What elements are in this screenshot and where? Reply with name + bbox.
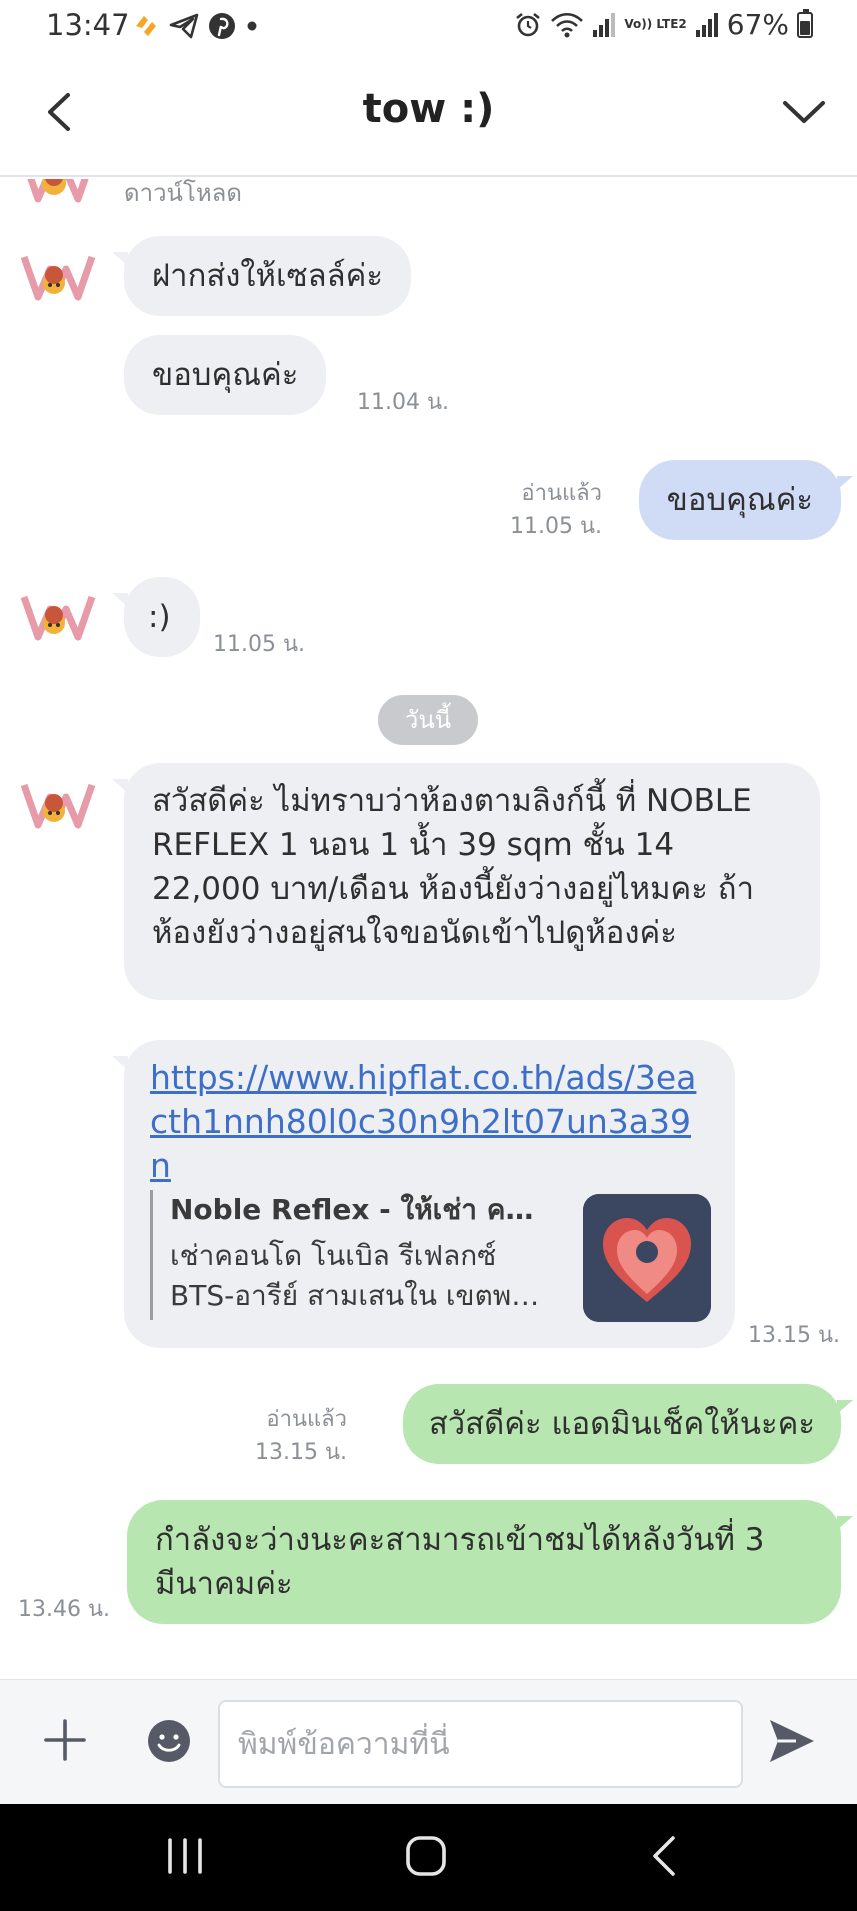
- hipflat-logo-icon: [583, 1194, 711, 1322]
- download-label: ดาวน์โหลด: [124, 179, 242, 207]
- message-text: กำลังจะว่างนะคะสามารถเข้าชมได้หลังวันที่…: [155, 1522, 765, 1602]
- outgoing-message[interactable]: ขอบคุณค่ะ: [638, 460, 854, 540]
- read-receipt: อ่านแล้ว: [266, 1407, 347, 1432]
- status-time: 13:47: [46, 8, 130, 42]
- message-text: สวัสดีค่ะ แอดมินเช็คให้นะคะ: [428, 1406, 815, 1442]
- pinterest-icon: [209, 13, 235, 39]
- recent-apps-icon[interactable]: [160, 1834, 210, 1878]
- link-preview-card[interactable]: Noble Reflex - ให้เช่า คอนโด เช่าคอนโด โ…: [150, 1190, 711, 1322]
- incoming-message[interactable]: ขอบคุณค่ะ: [124, 335, 327, 415]
- message-text: สวัสดีค่ะ ไม่ทราบว่าห้องตามลิงก์นี้ ที่ …: [152, 783, 754, 951]
- notification-app-icon: [136, 16, 156, 36]
- system-back-icon[interactable]: [645, 1832, 685, 1880]
- message-time: 11.04 น.: [357, 390, 450, 415]
- preview-description-line: เช่าคอนโด โนเบิล รีเฟลกซ์: [170, 1239, 497, 1272]
- alarm-icon: [516, 12, 541, 36]
- signal-icon-2: [695, 12, 718, 37]
- link-message[interactable]: https://www.hipflat.co.th/ads/3eacth1nnh…: [112, 1040, 735, 1348]
- battery-percent: 67%: [726, 8, 789, 41]
- chat-header: tow :): [0, 52, 857, 177]
- contact-avatar[interactable]: [20, 247, 96, 307]
- volte-indicator: Vo)) LTE2: [624, 17, 687, 31]
- incoming-message[interactable]: ฝากส่งให้เซลล์ค่ะ: [112, 236, 411, 316]
- outgoing-message[interactable]: กำลังจะว่างนะคะสามารถเข้าชมได้หลังวันที่…: [127, 1500, 853, 1624]
- message-text: ขอบคุณค่ะ: [666, 482, 813, 518]
- status-bar: 13:47 Vo)) LTE2 67%: [0, 0, 857, 52]
- message-time: 13.46 น.: [18, 1597, 111, 1622]
- message-time: 11.05 น.: [509, 514, 602, 539]
- contact-avatar[interactable]: [20, 775, 96, 835]
- contact-avatar[interactable]: [20, 179, 96, 209]
- preview-title: Noble Reflex - ให้เช่า คอนโด: [170, 1193, 550, 1226]
- plus-icon[interactable]: [42, 1717, 88, 1763]
- incoming-message[interactable]: :): [112, 577, 200, 657]
- message-text: ฝากส่งให้เซลล์ค่ะ: [152, 258, 383, 294]
- message-link[interactable]: https://www.hipflat.co.th/ads/3eacth1nnh…: [150, 1056, 709, 1188]
- preview-divider: [150, 1190, 153, 1320]
- message-composer: [0, 1679, 857, 1804]
- message-input[interactable]: [218, 1700, 743, 1788]
- message-time: 13.15 น.: [748, 1323, 841, 1348]
- message-text: :): [148, 599, 171, 635]
- notification-icons: [132, 12, 259, 40]
- preview-description: เช่าคอนโด โนเบิล รีเฟลกซ์ BTS-อารีย์ สาม…: [170, 1236, 550, 1316]
- wifi-icon: [551, 12, 584, 37]
- message-text: ขอบคุณค่ะ: [152, 357, 299, 393]
- read-receipt: อ่านแล้ว: [521, 481, 602, 506]
- system-navigation-bar: [0, 1804, 857, 1911]
- signal-icon: [593, 12, 616, 37]
- outgoing-message[interactable]: สวัสดีค่ะ แอดมินเช็คให้นะคะ: [402, 1384, 854, 1464]
- incoming-message[interactable]: สวัสดีค่ะ ไม่ทราบว่าห้องตามลิงก์นี้ ที่ …: [112, 763, 820, 1000]
- more-notifications-dot-icon: [247, 21, 257, 31]
- message-time: 11.05 น.: [213, 632, 306, 657]
- contact-avatar[interactable]: [20, 587, 96, 647]
- home-icon[interactable]: [402, 1834, 450, 1878]
- message-time: 13.15 น.: [254, 1440, 347, 1465]
- date-separator: วันนี้: [378, 695, 478, 745]
- chevron-down-icon[interactable]: [777, 87, 831, 137]
- chat-title: tow :): [362, 86, 495, 132]
- system-status: Vo)) LTE2 67%: [514, 8, 813, 41]
- chat-history[interactable]: ดาวน์โหลด ฝากส่งให้เซลล์ค่ะ ขอบคุณค่ะ 11…: [0, 179, 857, 1679]
- telegram-icon: [169, 13, 199, 39]
- preview-description-line: BTS-อารีย์ สามเสนใน เขตพญาไท: [170, 1279, 550, 1312]
- emoji-icon[interactable]: [146, 1718, 192, 1764]
- battery-icon: [797, 8, 813, 38]
- send-icon[interactable]: [766, 1716, 818, 1766]
